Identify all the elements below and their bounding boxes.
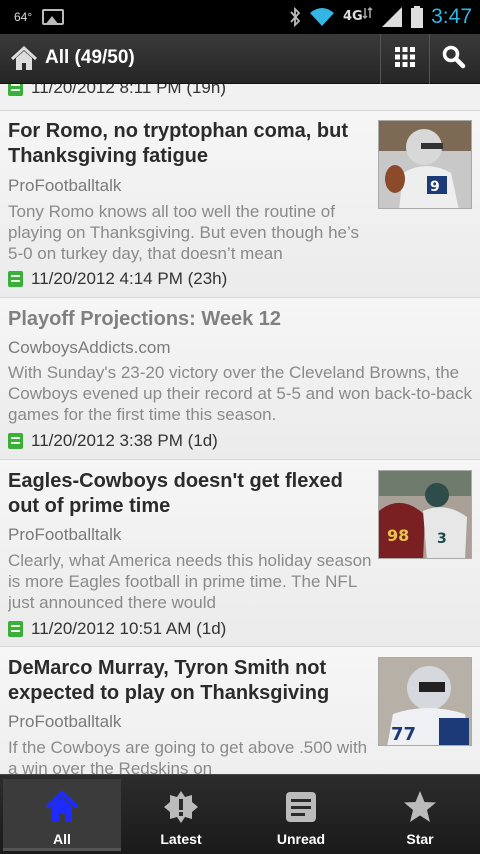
previous-item-meta: 11/20/2012 8:11 PM (19h) xyxy=(8,84,226,100)
article-doc-icon xyxy=(8,433,23,449)
home-icon xyxy=(44,789,80,825)
grid-icon xyxy=(395,46,415,72)
bottom-tab-bar: All Latest Unread Star xyxy=(0,774,480,854)
list-item[interactable]: Eagles-Cowboys doesn't get flexed out of… xyxy=(0,459,480,646)
image-notification-icon xyxy=(42,9,65,25)
network-type-icon: 4G xyxy=(343,6,373,28)
clock: 3:47 xyxy=(431,5,472,28)
article-thumbnail[interactable]: 98 3 xyxy=(378,470,472,559)
article-doc-icon xyxy=(8,271,23,287)
star-icon xyxy=(402,789,438,825)
search-icon xyxy=(442,45,466,74)
article-meta: 11/20/2012 4:14 PM (23h) xyxy=(8,269,227,289)
article-doc-icon xyxy=(8,84,23,96)
bluetooth-icon xyxy=(289,7,301,27)
article-title: DeMarco Murray, Tyron Smith not expected… xyxy=(8,657,330,704)
svg-text:9: 9 xyxy=(430,179,440,195)
article-title: For Romo, no tryptophan coma, but Thanks… xyxy=(8,120,348,167)
article-time: 11/20/2012 10:51 AM (1d) xyxy=(31,619,227,638)
burst-icon xyxy=(163,789,199,825)
tab-latest[interactable]: Latest xyxy=(122,779,240,851)
temperature-indicator: 64° xyxy=(14,10,33,24)
home-icon[interactable] xyxy=(10,45,38,73)
article-snippet: Tony Romo knows all too well the routine… xyxy=(8,202,359,263)
article-snippet: With Sunday's 23-20 victory over the Cle… xyxy=(8,363,472,424)
article-source: ProFootballtalk xyxy=(8,712,122,731)
feed-title: All (49/50) xyxy=(45,47,135,68)
article-time: 11/20/2012 4:14 PM (23h) xyxy=(31,269,228,288)
svg-text:3: 3 xyxy=(437,531,447,547)
article-title: Playoff Projections: Week 12 xyxy=(8,308,282,330)
article-source: CowboysAddicts.com xyxy=(8,338,171,357)
article-doc-icon xyxy=(8,621,23,637)
article-snippet: Clearly, what America needs this holiday… xyxy=(8,551,372,612)
article-meta: 11/20/2012 3:38 PM (1d) xyxy=(8,431,218,451)
wifi-icon xyxy=(309,7,335,27)
article-thumbnail[interactable]: 77 xyxy=(378,657,472,746)
tab-unread[interactable]: Unread xyxy=(242,779,360,851)
article-thumbnail[interactable]: 9 xyxy=(378,120,472,209)
tab-label: All xyxy=(53,831,71,847)
battery-icon xyxy=(411,6,424,28)
signal-strength-icon xyxy=(381,6,403,28)
search-button[interactable] xyxy=(430,34,478,84)
list-item[interactable]: For Romo, no tryptophan coma, but Thanks… xyxy=(0,110,480,297)
article-source: ProFootballtalk xyxy=(8,525,122,544)
tab-star[interactable]: Star xyxy=(361,779,479,851)
article-time: 11/20/2012 8:11 PM (19h) xyxy=(31,84,227,97)
tab-all[interactable]: All xyxy=(3,779,121,851)
list-item[interactable]: DeMarco Murray, Tyron Smith not expected… xyxy=(0,646,480,774)
grid-view-button[interactable] xyxy=(381,34,429,84)
svg-text:77: 77 xyxy=(391,724,416,745)
article-source: ProFootballtalk xyxy=(8,176,122,195)
article-snippet: If the Cowboys are going to get above .5… xyxy=(8,738,368,774)
svg-text:98: 98 xyxy=(387,526,409,545)
list-item[interactable]: Playoff Projections: Week 12 CowboysAddi… xyxy=(0,297,480,459)
network-type-label: 4G xyxy=(343,9,363,24)
unread-doc-icon xyxy=(283,789,319,825)
status-bar: 64° 4G 3:47 xyxy=(0,0,480,34)
tab-label: Latest xyxy=(160,831,202,847)
tab-label: Unread xyxy=(276,831,326,847)
article-meta: 11/20/2012 10:51 AM (1d) xyxy=(8,619,226,639)
action-bar: All (49/50) xyxy=(0,34,480,84)
article-title: Eagles-Cowboys doesn't get flexed out of… xyxy=(8,470,343,517)
article-list[interactable]: 11/20/2012 8:11 PM (19h) For Romo, no tr… xyxy=(0,84,480,774)
article-time: 11/20/2012 3:38 PM (1d) xyxy=(31,431,218,450)
tab-label: Star xyxy=(406,831,434,847)
